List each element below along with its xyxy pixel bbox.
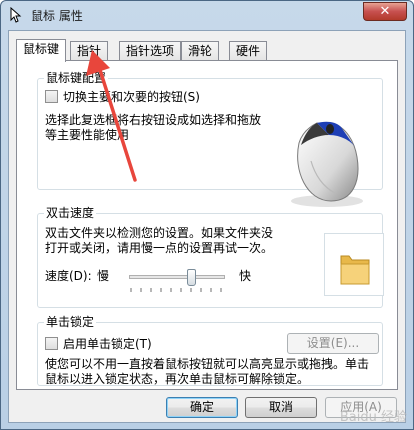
click-lock-settings-button[interactable]: 设置(E)... bbox=[287, 333, 379, 354]
fast-label: 快 bbox=[239, 269, 252, 283]
speed-slider-thumb[interactable] bbox=[186, 269, 196, 286]
switch-buttons-checkbox[interactable] bbox=[45, 90, 58, 103]
close-button[interactable]: ✕ bbox=[363, 2, 407, 21]
tab-pointer-options[interactable]: 指针选项 bbox=[119, 41, 182, 61]
click-lock-description-2: 鼠标以进入锁定状态，再次单击鼠标可解除锁定。 bbox=[45, 372, 310, 386]
ok-button[interactable]: 确定 bbox=[166, 397, 238, 418]
double-click-description-2: 打开或关闭，请用慢一点的设置再试一次。 bbox=[45, 241, 274, 255]
title-bar[interactable]: 鼠标 属性 ✕ bbox=[1, 1, 413, 29]
tab-wheel[interactable]: 滑轮 bbox=[181, 41, 220, 61]
speed-slider-ticks bbox=[130, 288, 222, 292]
slow-label: 慢 bbox=[97, 269, 110, 283]
button-config-description-1: 选择此复选框将右按钮设成如选择和拖放 bbox=[45, 113, 262, 127]
cancel-button[interactable]: 取消 bbox=[245, 397, 317, 418]
mouse-properties-window: 鼠标 属性 ✕ 鼠标键 指针 指针选项 滑轮 硬件 鼠标键配置 切换主要和次要的… bbox=[0, 0, 414, 430]
tab-buttons[interactable]: 鼠标键 bbox=[16, 39, 67, 62]
speed-slider-track[interactable] bbox=[129, 275, 225, 279]
click-lock-label[interactable]: 启用单击锁定(T) bbox=[63, 337, 152, 351]
baidu-watermark: Baidu 经验 bbox=[339, 410, 407, 425]
speed-label: 速度(D): bbox=[45, 269, 92, 283]
window-title: 鼠标 属性 bbox=[31, 9, 83, 23]
test-folder-area[interactable] bbox=[324, 233, 384, 296]
button-config-description-2: 等主要性能使用 bbox=[45, 128, 130, 142]
click-lock-description-1: 使您可以不用一直按着鼠标按钮就可以高亮显示或拖拽。单击 bbox=[45, 357, 370, 371]
double-click-description-1: 双击文件夹以检测您的设置。如果文件夹没 bbox=[45, 226, 274, 240]
mouse-illustration bbox=[291, 121, 363, 207]
switch-buttons-label[interactable]: 切换主要和次要的按钮(S) bbox=[63, 90, 200, 104]
folder-icon[interactable] bbox=[325, 234, 383, 295]
button-config-legend: 鼠标键配置 bbox=[44, 71, 109, 85]
tab-pointers[interactable]: 指针 bbox=[70, 41, 109, 61]
tab-strip: 鼠标键 指针 指针选项 滑轮 硬件 bbox=[16, 39, 396, 62]
click-lock-checkbox[interactable] bbox=[45, 337, 58, 350]
buttons-panel: 鼠标键配置 切换主要和次要的按钮(S) 选择此复选框将右按钮设成如选择和拖放 等… bbox=[16, 60, 398, 390]
double-click-legend: 双击速度 bbox=[44, 206, 97, 220]
dialog-client-area: 鼠标键 指针 指针选项 滑轮 硬件 鼠标键配置 切换主要和次要的按钮(S) 选择… bbox=[8, 30, 406, 423]
mouse-cursor-icon bbox=[9, 6, 23, 23]
tab-hardware[interactable]: 硬件 bbox=[229, 41, 268, 61]
click-lock-legend: 单击锁定 bbox=[44, 315, 97, 329]
